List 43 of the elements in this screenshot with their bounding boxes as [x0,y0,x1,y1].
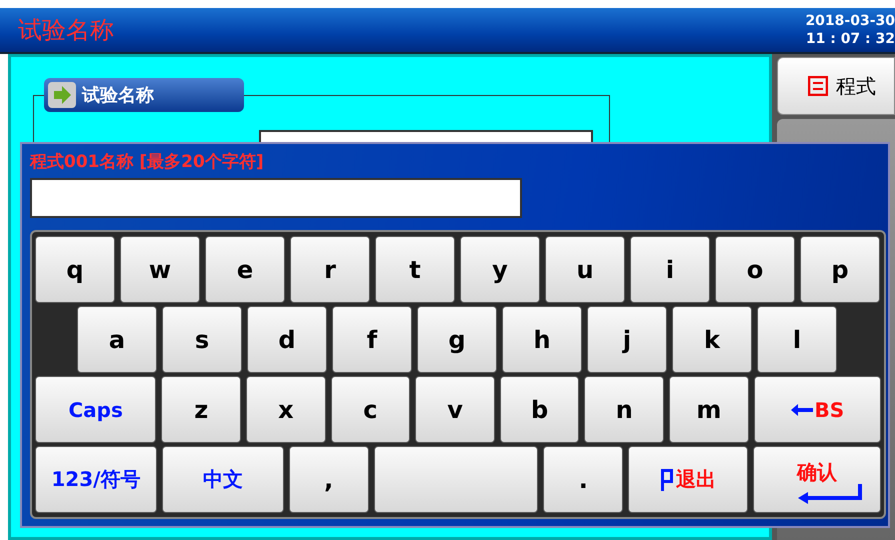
flag-icon [660,468,674,490]
letter-key[interactable]: q [35,236,115,303]
date-text: 2018-03-30 [805,12,895,30]
dialog-title: 程式001名称 [最多20个字符] [30,151,264,174]
time-text: 11 : 07 : 32 [806,30,895,48]
program-button[interactable]: 程式 [777,57,895,115]
letter-key[interactable]: g [417,306,497,373]
letter-key[interactable]: s [162,306,242,373]
letter-key[interactable]: d [247,306,327,373]
space-key[interactable] [374,446,538,513]
letter-key[interactable]: v [415,376,495,443]
letter-key[interactable]: l [757,306,837,373]
letter-key[interactable]: y [460,236,540,303]
letter-key[interactable]: r [290,236,370,303]
screen-title: 试验名称 [18,15,114,46]
letter-key[interactable]: , [288,446,369,513]
letter-key[interactable]: z [161,376,241,443]
letter-key[interactable]: a [77,306,157,373]
letter-key[interactable]: i [630,236,710,303]
letter-key[interactable]: c [330,376,410,443]
name-input-field[interactable] [30,178,522,218]
enter-icon [798,484,862,504]
mode-key[interactable]: 123/符号 [35,446,157,513]
letter-key[interactable]: p [800,236,880,303]
letter-key[interactable]: n [584,376,664,443]
group-title: 试验名称 [82,84,154,107]
letter-key[interactable]: h [502,306,582,373]
left-arrow-icon [790,404,812,416]
letter-key[interactable]: w [120,236,200,303]
letter-key[interactable]: f [332,306,412,373]
letter-key[interactable]: b [500,376,580,443]
letter-key[interactable]: . [543,446,624,513]
letter-key[interactable]: j [587,306,667,373]
letter-key[interactable]: k [672,306,752,373]
letter-key[interactable]: t [375,236,455,303]
mode-key[interactable]: Caps [35,376,156,443]
mode-key[interactable]: 中文 [162,446,284,513]
list-icon [808,76,828,96]
letter-key[interactable]: e [205,236,285,303]
letter-key[interactable]: u [545,236,625,303]
letter-key[interactable]: x [246,376,326,443]
letter-key[interactable]: o [715,236,795,303]
letter-key[interactable]: m [669,376,749,443]
